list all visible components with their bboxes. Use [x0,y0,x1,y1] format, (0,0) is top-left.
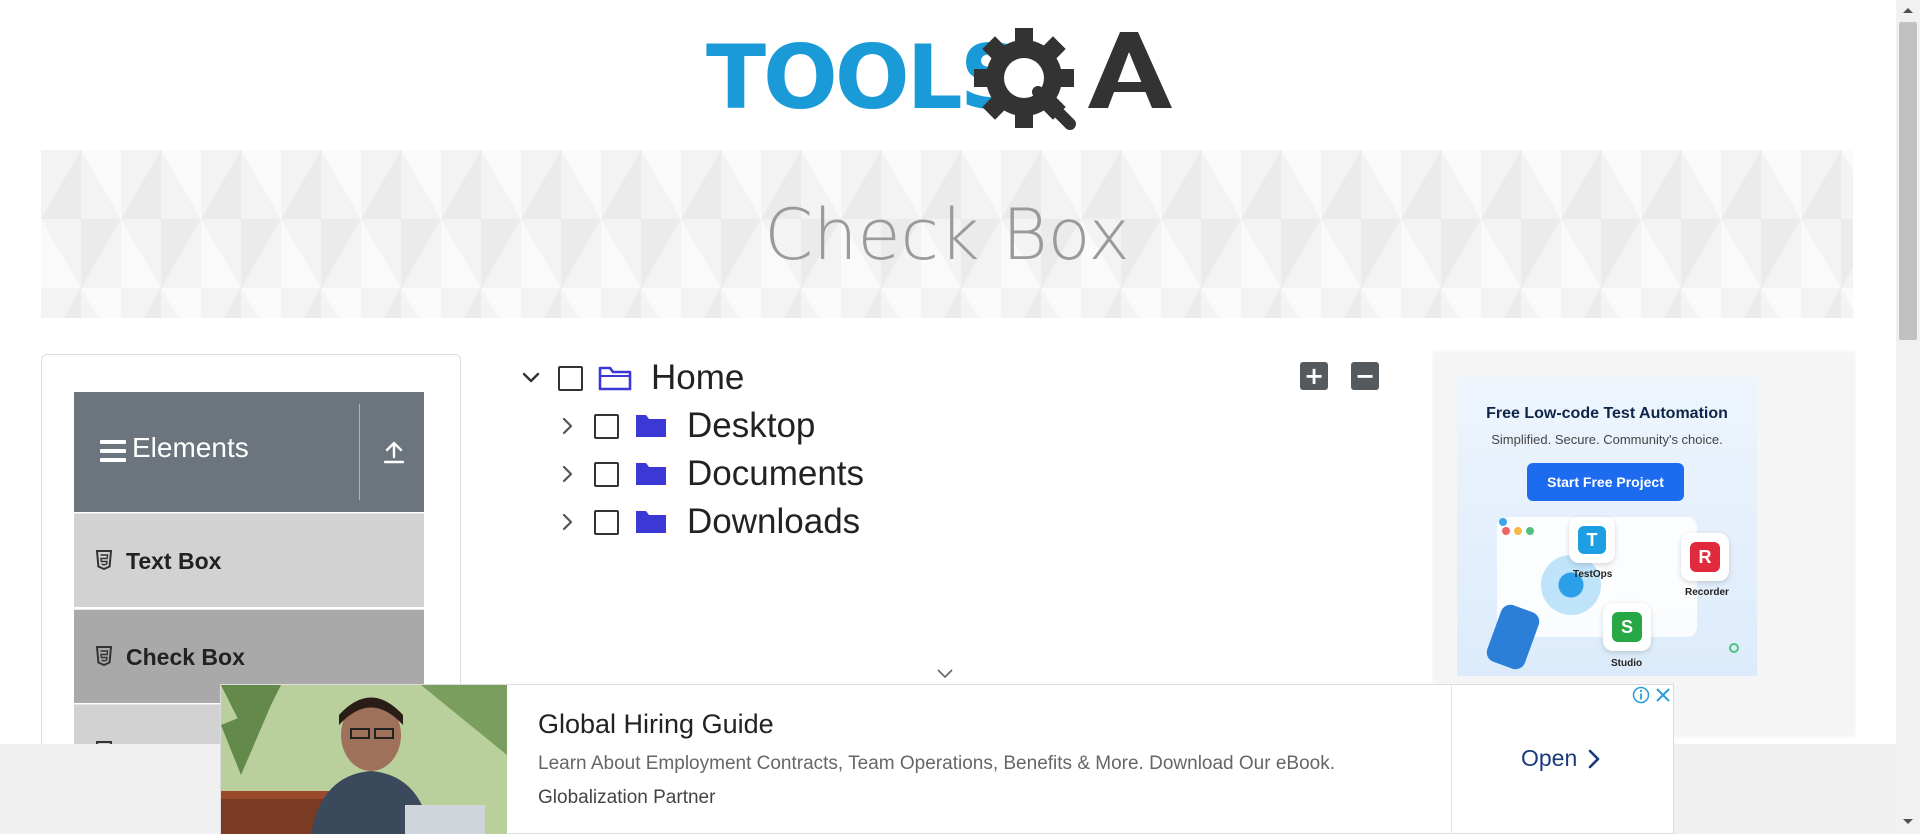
tree-node-downloads: Downloads [554,500,860,544]
tree-node-label[interactable]: Desktop [687,406,815,446]
bottom-ad[interactable]: Global Hiring Guide Learn About Employme… [220,684,1674,834]
dot-icon [1502,527,1510,535]
recorder-icon: R [1690,542,1720,572]
studio-label: Studio [1611,658,1643,669]
ad-photo [221,685,507,834]
chevron-down-icon[interactable] [936,668,954,680]
tree-node-label[interactable]: Home [651,358,744,398]
ad-sponsor: Globalization Partner [538,787,716,808]
ad-title[interactable]: Global Hiring Guide [538,709,774,740]
logo-graphic: TOOLS [706,26,1172,130]
ring-icon [1729,643,1739,653]
sidebar-group-elements[interactable]: Elements [74,392,424,512]
html5-icon [96,646,112,666]
tree-checkbox[interactable] [558,365,583,391]
chevron-right-icon [1588,749,1600,768]
collapse-group-icon[interactable] [370,432,418,472]
tree-checkbox[interactable] [594,461,619,487]
tree-node-label[interactable]: Downloads [687,502,860,542]
recorder-label: Recorder [1685,587,1729,598]
ad-headline: Free Low-code Test Automation [1486,405,1728,422]
scroll-down-icon[interactable] [1900,816,1916,828]
chevron-right-icon[interactable] [554,413,580,439]
testops-tile: T [1569,517,1615,563]
ad-info-icon[interactable] [1631,685,1651,705]
ad-description: Learn About Employment Contracts, Team O… [538,753,1335,774]
expand-all-button[interactable]: + [1300,362,1328,390]
scrollbar-thumb[interactable] [1899,22,1917,340]
testops-icon: T [1578,526,1606,554]
studio-icon: S [1612,612,1642,642]
folder-icon [636,511,666,533]
hamburger-icon [100,440,126,464]
tree-node-home: Home [518,356,744,400]
divider [1451,685,1452,834]
studio-tile: S [1603,603,1651,651]
sidebar-item-label: Check Box [126,644,245,670]
html5-icon [96,550,112,570]
svg-text:TOOLS: TOOLS [706,26,1020,129]
ad-open-button[interactable]: Open [1521,745,1601,772]
page-banner: Check Box [41,150,1853,318]
ad-close-icon[interactable] [1653,685,1673,705]
robot-icon [1483,601,1543,673]
collapse-all-button[interactable]: − [1351,362,1379,390]
sidebar-item-text-box[interactable]: Text Box [74,513,424,607]
folder-icon [636,463,666,485]
recorder-tile: R [1681,533,1729,581]
tree-checkbox[interactable] [594,413,619,439]
dot-icon [1526,527,1534,535]
gear-icon [974,28,1076,130]
page: TOOLS Check Box Elements Text Box Check … [0,0,1920,834]
chevron-right-icon[interactable] [554,461,580,487]
dot-icon [1514,527,1522,535]
tree-node-desktop: Desktop [554,404,815,448]
sidebar-group-title: Elements [132,432,249,463]
page-title: Check Box [764,194,1130,276]
tree-checkbox[interactable] [594,509,619,535]
sidebar-item-label: Text Box [126,548,222,574]
toolsqa-logo[interactable]: TOOLS [706,22,1192,136]
tree-node-documents: Documents [554,452,864,496]
ad-subline: Simplified. Secure. Community's choice. [1491,432,1723,447]
scroll-up-icon[interactable] [1900,4,1916,16]
testops-label: TestOps [1573,569,1613,580]
side-ad[interactable]: Free Low-code Test Automation Simplified… [1457,377,1757,676]
start-free-project-button[interactable]: Start Free Project [1527,463,1684,501]
divider [359,404,360,500]
folder-open-icon [598,366,632,391]
tree-node-label[interactable]: Documents [687,454,864,494]
chevron-down-icon[interactable] [518,365,544,391]
dot-icon [1499,518,1507,526]
folder-icon [636,415,666,437]
target-icon [1541,555,1601,615]
ad-open-label: Open [1521,745,1578,771]
chevron-right-icon[interactable] [554,509,580,535]
